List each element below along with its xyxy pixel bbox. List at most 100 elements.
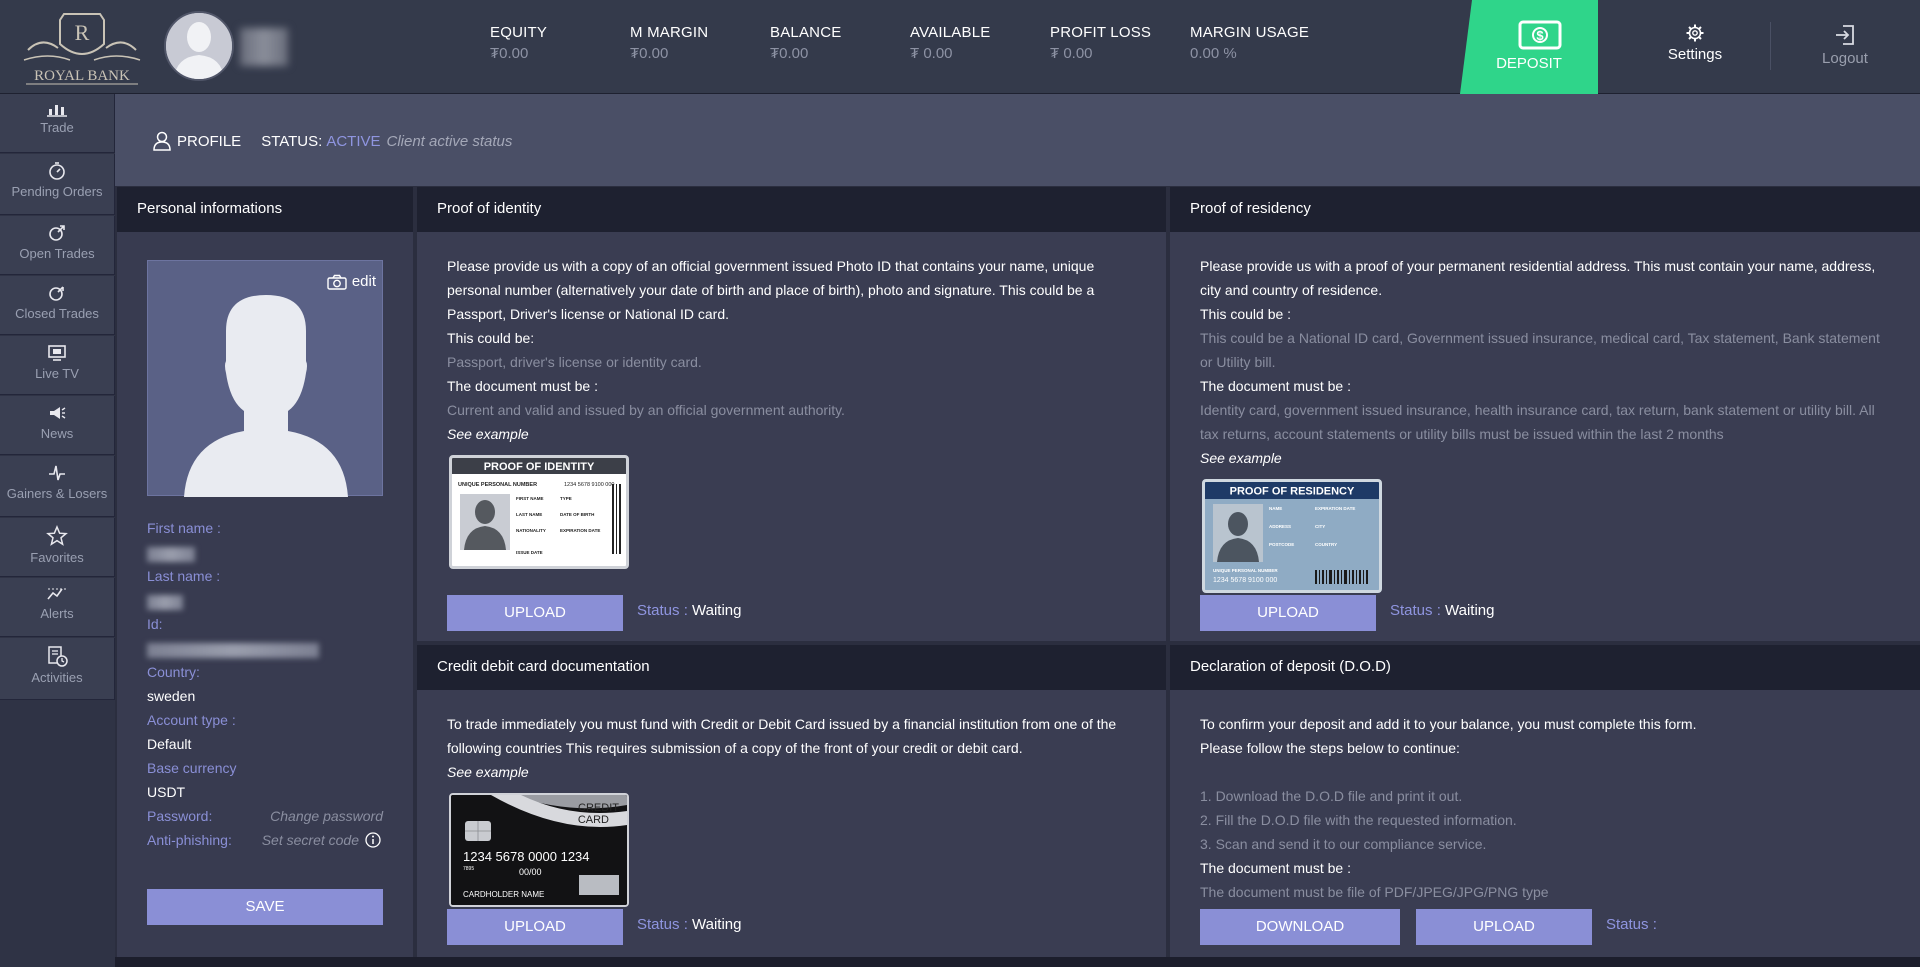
panel-title: Declaration of deposit (D.O.D): [1170, 645, 1920, 690]
stat-value: ₮ 0.00: [1050, 45, 1093, 62]
stat-profit-loss: PROFIT LOSS ₮ 0.00: [1050, 24, 1151, 62]
stat-label: M MARGIN: [630, 24, 709, 41]
account-type-label: Account type :: [147, 712, 236, 728]
change-password-link[interactable]: Change password: [270, 808, 383, 824]
user-avatar[interactable]: [164, 11, 234, 81]
svg-text:EXPIRATION DATE: EXPIRATION DATE: [560, 528, 600, 533]
deposit-button[interactable]: $ DEPOSIT: [1460, 0, 1598, 94]
creditcard-upload-button[interactable]: UPLOAD: [447, 909, 623, 945]
country-value: sweden: [147, 688, 196, 704]
sidebar-item-activities[interactable]: Activities: [0, 638, 115, 700]
trade-icon: [47, 105, 67, 117]
panel-title: Proof of residency: [1170, 187, 1920, 232]
status-value: Waiting: [1445, 602, 1495, 619]
proof-of-residency-panel: Proof of residency Please provide us wit…: [1170, 187, 1920, 641]
gear-icon: [1686, 24, 1704, 42]
sidebar-item-open-trades[interactable]: Open Trades: [0, 216, 115, 275]
last-name-redacted: [147, 595, 183, 610]
user-name-redacted: [240, 28, 288, 66]
sidebar-item-pending-orders[interactable]: Pending Orders: [0, 154, 115, 215]
declaration-of-deposit-panel: Declaration of deposit (D.O.D) To confir…: [1170, 645, 1920, 957]
deposit-label: DEPOSIT: [1496, 55, 1562, 72]
panel-title: Proof of identity: [417, 187, 1166, 232]
stat-equity: EQUITY ₮0.00: [490, 24, 547, 62]
identity-card-example[interactable]: PROOF OF IDENTITY UNIQUE PERSONAL NUMBER…: [449, 455, 629, 569]
save-button[interactable]: SAVE: [147, 889, 383, 925]
country-label: Country:: [147, 664, 200, 680]
settings-button[interactable]: Settings: [1620, 24, 1770, 63]
credit-card-panel: Credit debit card documentation To trade…: [417, 645, 1166, 957]
stat-m-margin: M MARGIN ₮0.00: [630, 24, 708, 62]
last-name-label: Last name :: [147, 568, 221, 584]
dod-upload-button[interactable]: UPLOAD: [1416, 909, 1592, 945]
royal-bank-logo[interactable]: R ROYAL BANK: [18, 6, 146, 88]
logout-icon: [1836, 25, 1854, 45]
sidebar-item-news[interactable]: News: [0, 396, 115, 455]
must-be-value: Current and valid and issued by an offic…: [447, 402, 845, 418]
stat-label: BALANCE: [770, 24, 842, 41]
sidebar-item-live-tv[interactable]: Live TV: [0, 336, 115, 395]
cc-valid: 00/00: [519, 867, 542, 877]
panel-title: Personal informations: [117, 187, 413, 232]
stat-balance: BALANCE ₮0.00: [770, 24, 841, 62]
set-secret-code-link[interactable]: Set secret code: [262, 832, 359, 848]
stat-label: EQUITY: [490, 24, 548, 41]
sidebar-item-label: Trade: [40, 120, 74, 135]
sidebar-item-trade[interactable]: Trade: [0, 94, 115, 153]
id-label: Id:: [147, 616, 163, 632]
pending-orders-icon: [49, 162, 65, 180]
stat-value: 0.00 %: [1190, 45, 1237, 62]
svg-text:EXPIRATION DATE: EXPIRATION DATE: [1315, 506, 1355, 511]
svg-text:R: R: [75, 20, 90, 45]
svg-text:FIRST NAME: FIRST NAME: [516, 496, 544, 501]
sidebar-item-alerts[interactable]: Alerts: [0, 578, 115, 637]
cc-title-1: CREDIT: [578, 802, 619, 814]
account-type-value: Default: [147, 736, 192, 752]
could-be-label: This could be :: [1200, 306, 1292, 322]
dod-step-3: 3. Scan and send it to our compliance se…: [1200, 836, 1487, 852]
password-label: Password:: [147, 808, 213, 824]
profile-photo[interactable]: edit: [147, 260, 383, 497]
edit-photo-button[interactable]: edit: [327, 273, 376, 290]
status-label: STATUS:: [261, 132, 323, 150]
see-example-link[interactable]: See example: [1200, 446, 1890, 470]
residency-intro: Please provide us with a proof of your p…: [1200, 258, 1876, 298]
creditcard-intro: To trade immediately you must fund with …: [447, 716, 1117, 756]
stat-label: AVAILABLE: [910, 24, 991, 41]
star-icon: [46, 525, 68, 546]
status-key: Status :: [1606, 916, 1657, 933]
bottom-strip: [115, 957, 1920, 967]
creditcard-status: Status : Waiting: [637, 916, 742, 933]
svg-text:ROYAL BANK: ROYAL BANK: [34, 68, 130, 84]
identity-upload-button[interactable]: UPLOAD: [447, 595, 623, 631]
see-example-link[interactable]: See example: [447, 760, 1137, 784]
cc-title-2: CARD: [578, 814, 609, 826]
stat-margin-usage: MARGIN USAGE 0.00 %: [1190, 24, 1309, 62]
credit-card-example[interactable]: CREDIT CARD 1234 5678 0000 1234 7895 00/…: [449, 793, 629, 907]
logout-button[interactable]: Logout: [1780, 24, 1910, 67]
residency-card-example[interactable]: PROOF OF RESIDENCY NAME EXPIRATION DATE A…: [1202, 479, 1382, 593]
stat-label: MARGIN USAGE: [1190, 24, 1310, 41]
sidebar-item-gainers-losers[interactable]: Gainers & Losers: [0, 456, 115, 517]
sidebar-item-label: Activities: [31, 670, 83, 685]
info-icon[interactable]: [365, 832, 381, 848]
activities-icon: [48, 646, 68, 667]
status-key: Status :: [1390, 602, 1441, 619]
panel-title: Credit debit card documentation: [417, 645, 1166, 690]
svg-text:ISSUE DATE: ISSUE DATE: [516, 550, 543, 555]
sidebar-item-favorites[interactable]: Favorites: [0, 518, 115, 577]
id-card-upn-label: UNIQUE PERSONAL NUMBER: [458, 482, 537, 488]
megaphone-icon: [50, 407, 66, 419]
live-tv-icon: [48, 345, 66, 361]
see-example-link[interactable]: See example: [447, 422, 1137, 446]
res-card-title: PROOF OF RESIDENCY: [1230, 486, 1355, 498]
base-currency-value: USDT: [147, 784, 186, 800]
stat-available: AVAILABLE ₮ 0.00: [910, 24, 990, 62]
sidebar-item-closed-trades[interactable]: Closed Trades: [0, 276, 115, 335]
anti-phishing-label: Anti-phishing:: [147, 832, 232, 848]
dod-download-button[interactable]: DOWNLOAD: [1200, 909, 1400, 945]
status-value: Waiting: [692, 916, 742, 933]
id-card-title: PROOF OF IDENTITY: [484, 461, 595, 473]
residency-upload-button[interactable]: UPLOAD: [1200, 595, 1376, 631]
stat-value: ₮0.00: [490, 45, 529, 62]
